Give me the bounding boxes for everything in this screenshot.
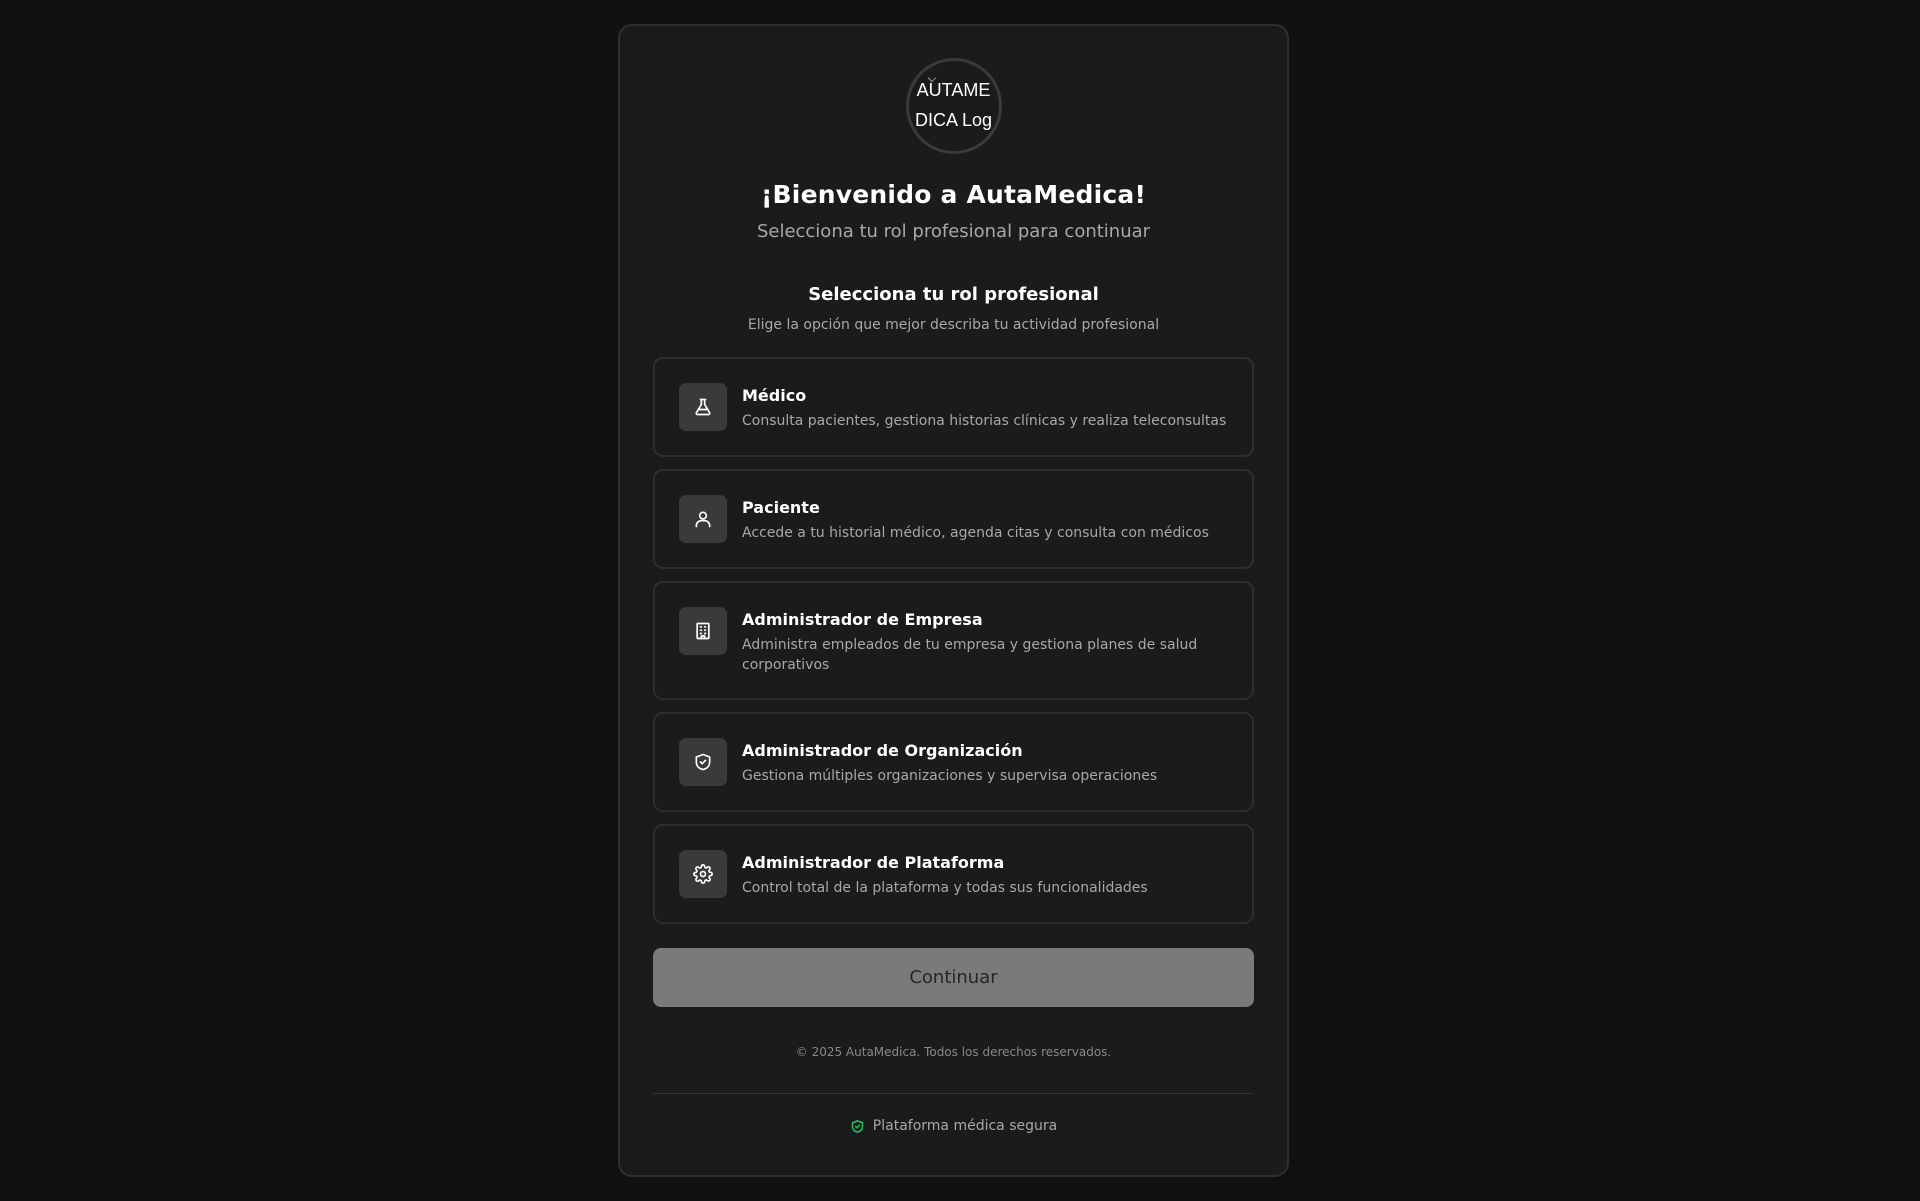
shield-check-icon	[679, 738, 727, 786]
role-text: Administrador de Organización Gestiona m…	[742, 738, 1157, 786]
page-subtitle: Selecciona tu rol profesional para conti…	[756, 221, 1151, 242]
role-text: Paciente Accede a tu historial médico, a…	[742, 495, 1209, 543]
role-section-subtitle: Elige la opción que mejor describa tu ac…	[747, 317, 1160, 333]
user-icon	[679, 495, 727, 543]
secure-platform-badge: Plataforma médica segura	[653, 1118, 1254, 1134]
role-list: Médico Consulta pacientes, gestiona hist…	[653, 357, 1254, 924]
gear-icon	[679, 850, 727, 898]
role-text: Administrador de Plataforma Control tota…	[742, 850, 1148, 898]
role-option-paciente[interactable]: Paciente Accede a tu historial médico, a…	[653, 469, 1254, 569]
role-selection-card: AUTAMEDICA Logo ¡Bienvenido a AutaMedica…	[618, 24, 1289, 1177]
logo-alt-text: AUTAMEDICA Logo	[914, 80, 993, 130]
continue-button[interactable]: Continuar	[653, 948, 1254, 1007]
role-description: Administra empleados de tu empresa y ges…	[742, 637, 1198, 673]
flask-icon	[679, 383, 727, 431]
role-name: Médico	[742, 386, 807, 405]
copyright-text: © 2025 AutaMedica. Todos los derechos re…	[795, 1045, 1112, 1059]
role-description: Control total de la plataforma y todas s…	[742, 880, 1148, 896]
page-title: ¡Bienvenido a AutaMedica!	[760, 180, 1147, 209]
role-option-admin-plataforma[interactable]: Administrador de Plataforma Control tota…	[653, 824, 1254, 924]
role-name: Administrador de Plataforma	[742, 853, 1005, 872]
role-text: Médico Consulta pacientes, gestiona hist…	[742, 383, 1226, 431]
secure-platform-label: Plataforma médica segura	[872, 1118, 1058, 1134]
building-icon	[679, 607, 727, 655]
role-text: Administrador de Empresa Administra empl…	[742, 607, 1228, 675]
role-option-admin-empresa[interactable]: Administrador de Empresa Administra empl…	[653, 581, 1254, 700]
footer-divider	[653, 1093, 1254, 1094]
role-name: Administrador de Empresa	[742, 610, 983, 629]
logo-container: AUTAMEDICA Logo	[653, 58, 1254, 154]
role-name: Paciente	[742, 498, 820, 517]
autamedica-logo: AUTAMEDICA Logo	[905, 58, 1002, 154]
role-description: Consulta pacientes, gestiona historias c…	[742, 413, 1227, 429]
role-option-medico[interactable]: Médico Consulta pacientes, gestiona hist…	[653, 357, 1254, 457]
role-description: Accede a tu historial médico, agenda cit…	[742, 525, 1209, 541]
role-option-admin-organizacion[interactable]: Administrador de Organización Gestiona m…	[653, 712, 1254, 812]
shield-check-icon	[851, 1119, 864, 1133]
role-section-title: Selecciona tu rol profesional	[808, 284, 1099, 305]
role-name: Administrador de Organización	[742, 741, 1023, 760]
role-description: Gestiona múltiples organizaciones y supe…	[742, 768, 1158, 784]
